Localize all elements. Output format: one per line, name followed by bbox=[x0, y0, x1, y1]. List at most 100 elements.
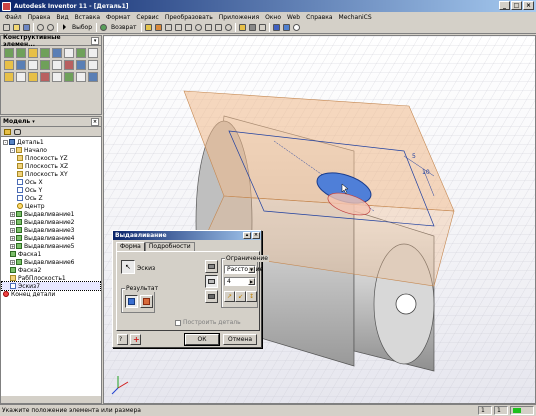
rect-pattern-icon[interactable] bbox=[76, 60, 86, 70]
cut-button[interactable] bbox=[205, 275, 218, 288]
help-button[interactable]: ? bbox=[117, 334, 128, 345]
menu-format[interactable]: Формат bbox=[103, 14, 133, 21]
expand-icon[interactable]: + bbox=[10, 219, 15, 225]
tree-item[interactable]: Ось Y bbox=[2, 186, 100, 194]
menu-web[interactable]: Web bbox=[284, 14, 303, 21]
coil-icon[interactable] bbox=[88, 48, 98, 58]
save-icon[interactable] bbox=[22, 23, 31, 32]
thicken-icon[interactable] bbox=[76, 72, 86, 82]
close-button[interactable]: × bbox=[523, 1, 534, 10]
tab-details[interactable]: Подробности bbox=[144, 242, 195, 251]
collapse-icon[interactable]: - bbox=[10, 147, 15, 153]
direction-2-button[interactable]: ↙ bbox=[235, 291, 246, 302]
features-panel-header[interactable]: Конструктивные элемен... ▾ bbox=[1, 34, 101, 48]
mirror-icon[interactable] bbox=[64, 60, 74, 70]
expand-icon[interactable]: + bbox=[10, 259, 15, 265]
panel-menu-icon[interactable]: ▾ bbox=[91, 36, 99, 45]
rotate-icon[interactable] bbox=[224, 23, 233, 32]
select-arrow-icon[interactable] bbox=[60, 23, 69, 32]
tree-item[interactable]: + Выдавливание6 bbox=[2, 258, 100, 266]
tree-item[interactable]: + Выдавливание1 bbox=[2, 210, 100, 218]
camera-icon[interactable] bbox=[258, 23, 267, 32]
expand-icon[interactable]: + bbox=[10, 211, 15, 217]
symmetric-button[interactable]: ↕ bbox=[246, 291, 257, 302]
chamfer-icon[interactable] bbox=[28, 60, 38, 70]
distance-input[interactable]: 4 ▶ bbox=[224, 277, 256, 286]
zoom-all-icon[interactable] bbox=[174, 23, 183, 32]
pan-hand-icon[interactable] bbox=[204, 23, 213, 32]
pan-icon[interactable] bbox=[164, 23, 173, 32]
expand-icon[interactable]: + bbox=[10, 235, 15, 241]
shadow-icon[interactable] bbox=[248, 23, 257, 32]
tree-item[interactable]: Фаска1 bbox=[2, 250, 100, 258]
dialog-collapse-button[interactable]: ▴ bbox=[243, 232, 251, 239]
solid-output-button[interactable] bbox=[125, 295, 138, 308]
menu-convert[interactable]: Преобразовать bbox=[162, 14, 216, 21]
profile-select-button[interactable]: ↖ bbox=[121, 260, 135, 274]
minimize-button[interactable]: _ bbox=[499, 1, 510, 10]
tree-item[interactable]: + Выдавливание3 bbox=[2, 226, 100, 234]
extrude-icon[interactable] bbox=[4, 48, 14, 58]
expand-icon[interactable]: + bbox=[10, 243, 15, 249]
derived-icon[interactable] bbox=[40, 72, 50, 82]
hole-icon[interactable] bbox=[28, 48, 38, 58]
intersect-button[interactable] bbox=[205, 290, 218, 303]
menu-window[interactable]: Окно bbox=[262, 14, 284, 21]
menu-view[interactable]: Вид bbox=[53, 14, 71, 21]
tree-item[interactable]: - Начало bbox=[2, 146, 100, 154]
join-button[interactable] bbox=[205, 260, 218, 273]
tree-item[interactable]: Эскиз7 bbox=[1, 281, 101, 291]
work-axis-icon[interactable] bbox=[16, 72, 26, 82]
shell-icon[interactable] bbox=[40, 48, 50, 58]
tree-item[interactable]: + Выдавливание2 bbox=[2, 218, 100, 226]
revolve-icon[interactable] bbox=[16, 48, 26, 58]
undo-icon[interactable] bbox=[36, 23, 45, 32]
tree-item[interactable]: Центр bbox=[2, 202, 100, 210]
ok-button[interactable]: ОК bbox=[184, 333, 220, 346]
chevron-right-icon[interactable]: ▶ bbox=[248, 278, 255, 285]
direction-1-button[interactable]: ↗ bbox=[224, 291, 235, 302]
sketch-icon[interactable] bbox=[144, 23, 153, 32]
panel-close-icon[interactable]: × bbox=[91, 117, 99, 126]
collapse-icon[interactable]: - bbox=[3, 139, 8, 145]
circ-pattern-icon[interactable] bbox=[88, 60, 98, 70]
tree-item[interactable]: + Выдавливание5 bbox=[2, 242, 100, 250]
build-part-checkbox[interactable] bbox=[175, 320, 181, 326]
tree-item[interactable]: Конец детали bbox=[2, 290, 100, 298]
chevron-down-icon[interactable]: ▼ bbox=[248, 266, 255, 273]
menu-tools[interactable]: Сервис bbox=[133, 14, 161, 21]
graphics-viewport[interactable]: 5 10 bbox=[103, 35, 536, 404]
thread-icon[interactable] bbox=[4, 60, 14, 70]
add-button[interactable]: + bbox=[130, 334, 141, 345]
menu-applications[interactable]: Приложения bbox=[216, 14, 262, 21]
zoom-icon[interactable] bbox=[194, 23, 203, 32]
find-icon[interactable] bbox=[14, 128, 21, 135]
help-icon[interactable] bbox=[292, 23, 301, 32]
loft-icon[interactable] bbox=[64, 48, 74, 58]
chevron-down-icon[interactable]: ▾ bbox=[32, 119, 35, 125]
update-icon[interactable] bbox=[154, 23, 163, 32]
material-icon[interactable] bbox=[282, 23, 291, 32]
menu-edit[interactable]: Правка bbox=[25, 14, 54, 21]
rib-icon[interactable] bbox=[52, 48, 62, 58]
zoom-window-icon[interactable] bbox=[184, 23, 193, 32]
shaded-display-icon[interactable] bbox=[238, 23, 247, 32]
menu-insert[interactable]: Вставка bbox=[72, 14, 103, 21]
inventor-app-icon[interactable] bbox=[2, 1, 11, 11]
color-style-icon[interactable] bbox=[272, 23, 281, 32]
browser-panel-header[interactable]: Модель ▾ × bbox=[1, 117, 101, 127]
face-draft-icon[interactable] bbox=[40, 60, 50, 70]
tree-item[interactable]: Плоскость XY bbox=[2, 170, 100, 178]
tree-item[interactable]: + Выдавливание4 bbox=[2, 234, 100, 242]
dimension-10[interactable]: 10 bbox=[422, 169, 430, 176]
open-file-icon[interactable] bbox=[12, 23, 21, 32]
menu-file[interactable]: Файл bbox=[2, 13, 25, 21]
maximize-button[interactable]: □ bbox=[511, 1, 522, 10]
extents-type-select[interactable]: Расстояние ▼ bbox=[224, 265, 263, 274]
return-button[interactable]: Возврат bbox=[109, 24, 139, 31]
tree-item[interactable]: - Деталь1 bbox=[2, 138, 100, 146]
dimension-5[interactable]: 5 bbox=[412, 153, 416, 160]
tree-item[interactable]: РабПлоскость1 bbox=[2, 274, 100, 282]
look-at-icon[interactable] bbox=[214, 23, 223, 32]
cancel-button[interactable]: Отмена bbox=[223, 334, 257, 345]
